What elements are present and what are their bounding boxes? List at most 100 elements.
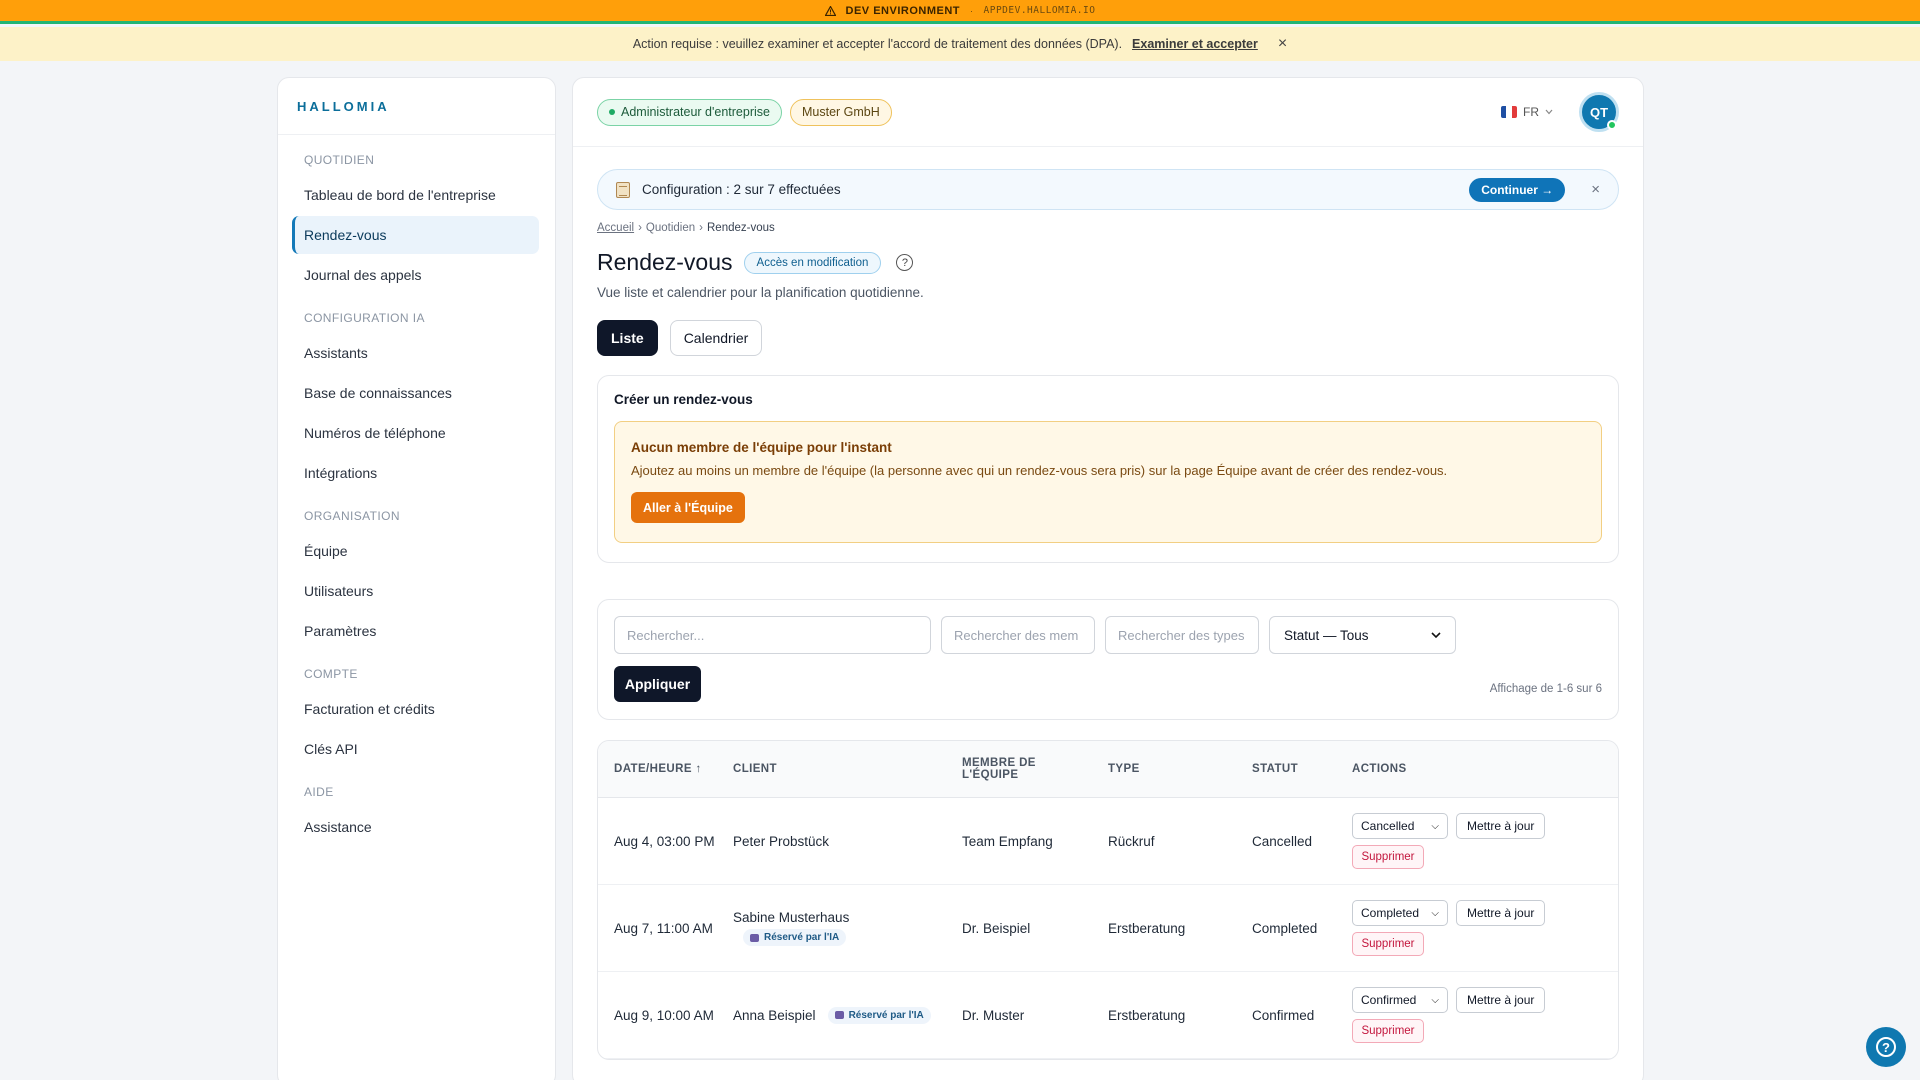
robot-icon xyxy=(834,1011,844,1019)
nav-section-title: CONFIGURATION IA xyxy=(304,311,425,325)
sidebar-item-tableau-de-bord-de-l-entreprise[interactable]: Tableau de bord de l'entreprise xyxy=(294,176,539,214)
status-change-value: Cancelled xyxy=(1361,819,1415,833)
sidebar-item-base-de-connaissances[interactable]: Base de connaissances xyxy=(294,374,539,412)
update-button[interactable]: Mettre à jour xyxy=(1456,987,1546,1013)
status-change-select[interactable]: Cancelled ⌵ xyxy=(1352,813,1448,839)
row-type: Rückruf xyxy=(1108,833,1155,849)
ai-booked-badge: Réservé par l'IA xyxy=(743,929,847,946)
no-team-warning: Aucun membre de l'équipe pour l'instant … xyxy=(614,421,1602,543)
update-button[interactable]: Mettre à jour xyxy=(1456,813,1546,839)
appointments-table: DATE/HEURE ↑ CLIENT MEMBRE DE L'ÉQUIPE T… xyxy=(597,740,1619,1060)
sidebar-item-facturation-et-credits[interactable]: Facturation et crédits xyxy=(294,690,539,728)
results-count: Affichage de 1-6 sur 6 xyxy=(1489,683,1602,695)
sidebar-item-cles-api[interactable]: Clés API xyxy=(294,730,539,768)
row-actions: Confirmed ⌵ Mettre à jour Supprimer xyxy=(1352,987,1618,1043)
row-date: Aug 9, 10:00 AM xyxy=(614,1007,714,1023)
french-flag-icon xyxy=(1501,106,1517,118)
delete-button[interactable]: Supprimer xyxy=(1352,932,1424,956)
access-badge: Accès en modification xyxy=(743,251,882,274)
row-client-cell: Anna Beispiel Réservé par l'IA xyxy=(733,1006,962,1024)
dpa-message: Action requise : veuillez examiner et ac… xyxy=(632,37,1123,51)
apply-button[interactable]: Appliquer xyxy=(614,666,701,702)
breadcrumb-current: Rendez-vous xyxy=(707,222,775,234)
table-header: DATE/HEURE ↑ CLIENT MEMBRE DE L'ÉQUIPE T… xyxy=(598,741,1618,798)
view-tabs: Liste Calendrier xyxy=(597,320,1619,356)
column-header-date[interactable]: DATE/HEURE ↑ xyxy=(598,763,733,775)
sidebar-item-equipe[interactable]: Équipe xyxy=(294,532,539,570)
update-button[interactable]: Mettre à jour xyxy=(1456,900,1546,926)
clipboard-icon xyxy=(616,181,630,198)
tab-list[interactable]: Liste xyxy=(597,320,658,356)
sidebar-item-parametres[interactable]: Paramètres xyxy=(294,612,539,650)
row-member: Dr. Beispiel xyxy=(962,920,1031,936)
breadcrumb-section: Quotidien xyxy=(645,222,696,234)
sidebar-nav: QUOTIDIEN Tableau de bord de l'entreprise… xyxy=(278,135,555,856)
nav-section-title: AIDE xyxy=(304,785,334,799)
status-change-select[interactable]: Confirmed ⌵ xyxy=(1352,987,1448,1013)
row-member: Dr. Muster xyxy=(962,1007,1025,1023)
brand-logo[interactable]: HALLOMIA xyxy=(278,78,555,135)
table-row: Aug 9, 10:00 AM Anna Beispiel Réservé pa… xyxy=(598,972,1618,1059)
sidebar-item-numeros-de-telephone[interactable]: Numéros de téléphone xyxy=(294,414,539,452)
create-appointment-title: Créer un rendez-vous xyxy=(614,392,753,407)
warning-text: Ajoutez au moins un membre de l'équipe (… xyxy=(631,463,1448,478)
avatar[interactable]: QT xyxy=(1579,92,1619,132)
sidebar-item-journal-des-appels[interactable]: Journal des appels xyxy=(294,256,539,294)
sidebar-item-integrations[interactable]: Intégrations xyxy=(294,454,539,492)
column-header-actions: ACTIONS xyxy=(1352,763,1407,775)
row-client: Peter Probstück xyxy=(733,833,830,849)
status-dot-icon xyxy=(609,109,615,115)
row-actions: Cancelled ⌵ Mettre à jour Supprimer xyxy=(1352,813,1618,869)
type-search-input[interactable]: Rechercher des types xyxy=(1105,616,1259,654)
column-header-member: MEMBRE DE L'ÉQUIPE xyxy=(962,757,1108,781)
company-badge: Muster GmbH xyxy=(789,98,892,126)
member-search-input[interactable]: Rechercher des mem xyxy=(941,616,1095,654)
ai-booked-label: Réservé par l'IA xyxy=(764,932,840,943)
tab-calendar[interactable]: Calendrier xyxy=(669,320,763,356)
delete-button[interactable]: Supprimer xyxy=(1352,1019,1424,1043)
breadcrumb-home[interactable]: Accueil xyxy=(597,222,634,234)
sidebar: HALLOMIA QUOTIDIEN Tableau de bord de l'e… xyxy=(277,77,556,1080)
continue-button[interactable]: Continuer → xyxy=(1469,177,1566,202)
table-row: Aug 4, 03:00 PM Peter Probstück Team Emp… xyxy=(598,798,1618,885)
status-select-value: Statut — Tous xyxy=(1284,627,1369,643)
help-chat-button[interactable]: ? xyxy=(1866,1027,1906,1067)
breadcrumb-separator: › xyxy=(699,222,703,234)
status-select[interactable]: Statut — Tous xyxy=(1269,616,1456,654)
language-selector[interactable]: FR xyxy=(1501,105,1553,119)
setup-progress-text: Configuration : 2 sur 7 effectuées xyxy=(642,182,841,197)
language-label: FR xyxy=(1523,105,1539,119)
role-badge: Administrateur d'entreprise xyxy=(597,98,782,126)
search-input[interactable]: Rechercher... xyxy=(614,616,931,654)
row-date: Aug 4, 03:00 PM xyxy=(614,833,715,849)
main-panel: Administrateur d'entreprise Muster GmbH … xyxy=(572,77,1644,1080)
avatar-initials: QT xyxy=(1589,104,1609,120)
table-row: Aug 7, 11:00 AM Sabine Musterhaus Réserv… xyxy=(598,885,1618,972)
sidebar-item-utilisateurs[interactable]: Utilisateurs xyxy=(294,572,539,610)
column-header-status: STATUT xyxy=(1252,763,1299,775)
dev-environment-label: DEV ENVIRONMENT xyxy=(845,4,960,17)
sidebar-item-rendez-vous[interactable]: Rendez-vous xyxy=(292,216,539,254)
dev-environment-bar: DEV ENVIRONMENT · APPDEV.HALLOMIA.IO xyxy=(0,0,1920,24)
status-change-select[interactable]: Completed ⌵ xyxy=(1352,900,1448,926)
delete-button[interactable]: Supprimer xyxy=(1352,845,1424,869)
ai-booked-label: Réservé par l'IA xyxy=(848,1009,924,1021)
row-status: Cancelled xyxy=(1252,833,1313,849)
chevron-down-icon xyxy=(1545,109,1553,115)
go-to-team-button[interactable]: Aller à l'Équipe xyxy=(631,492,745,523)
close-icon[interactable]: × xyxy=(1278,35,1287,53)
online-indicator-icon xyxy=(1607,120,1617,130)
filters-card: Rechercher... Rechercher des mem Recherc… xyxy=(597,599,1619,720)
row-status: Completed xyxy=(1252,920,1318,936)
help-icon[interactable]: ? xyxy=(896,254,914,271)
sidebar-item-assistance[interactable]: Assistance xyxy=(294,808,539,846)
ai-booked-badge: Réservé par l'IA xyxy=(827,1006,931,1024)
row-actions: Completed ⌵ Mettre à jour Supprimer xyxy=(1352,900,1618,956)
setup-progress-banner: Configuration : 2 sur 7 effectuées Conti… xyxy=(597,169,1619,210)
close-icon[interactable]: × xyxy=(1591,181,1600,198)
role-label: Administrateur d'entreprise xyxy=(621,105,770,119)
dpa-review-link[interactable]: Examiner et accepter xyxy=(1132,37,1258,51)
page-title: Rendez-vous xyxy=(597,249,733,275)
sidebar-item-assistants[interactable]: Assistants xyxy=(294,334,539,372)
status-change-value: Confirmed xyxy=(1361,993,1417,1007)
